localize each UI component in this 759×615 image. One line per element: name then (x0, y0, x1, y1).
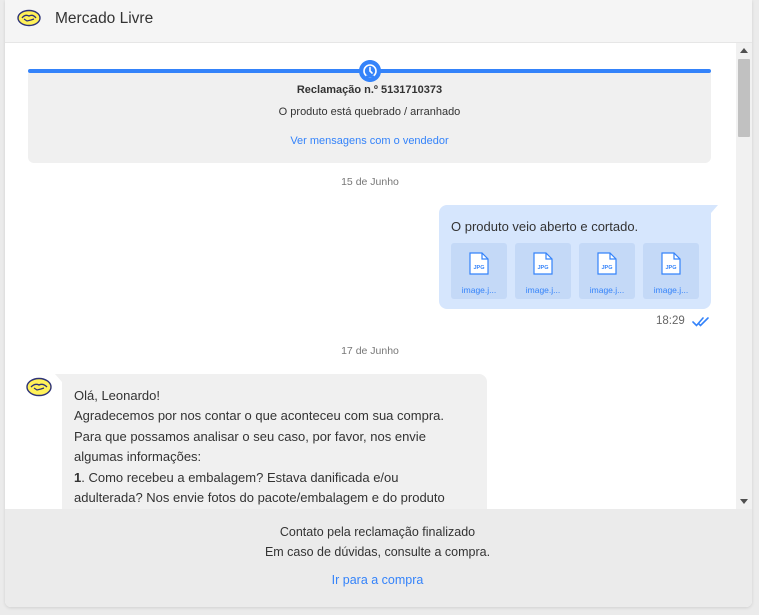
attachment-name: image.j... (589, 285, 625, 295)
date-separator: 17 de Junho (341, 345, 399, 357)
svg-text:JPG: JPG (473, 265, 484, 271)
message-time: 18:29 (656, 315, 685, 327)
claim-subtitle: O produto está quebrado / arranhado (278, 106, 461, 118)
jpg-file-icon: JPG (661, 252, 681, 275)
mercado-livre-logo-icon (17, 9, 41, 27)
svg-text:JPG: JPG (537, 265, 548, 271)
chat-window: Mercado Livre Reclamação n.º 5131710373 … (5, 0, 752, 607)
message-line: Olá, Leonardo! (74, 388, 161, 403)
svg-text:JPG: JPG (665, 265, 676, 271)
attachment-name: image.j... (525, 285, 561, 295)
claim-closed-footer: Contato pela reclamação finalizado Em ca… (5, 509, 752, 607)
go-to-purchase-link[interactable]: Ir para a compra (5, 573, 750, 587)
outgoing-message-text: O produto veio aberto e cortado. (451, 219, 639, 234)
attachment-name: image.j... (653, 285, 689, 295)
header: Mercado Livre (5, 0, 752, 43)
scroll-up-arrow-icon[interactable] (740, 48, 748, 53)
mercado-livre-avatar-icon (26, 377, 52, 397)
scrollbar-thumb[interactable] (738, 59, 750, 137)
messages-panel[interactable]: Reclamação n.º 5131710373 O produto está… (5, 43, 735, 509)
date-separator: 15 de Junho (341, 176, 399, 188)
footer-status-text: Contato pela reclamação finalizado (279, 525, 476, 539)
app-title: Mercado Livre (55, 10, 154, 27)
attachment-name: image.j... (461, 285, 497, 295)
message-list-item: 1. Como recebeu a embalagem? Estava dani… (74, 468, 474, 488)
svg-text:JPG: JPG (601, 265, 612, 271)
claim-title: Reclamação n.º 5131710373 (296, 84, 443, 96)
jpg-file-icon: JPG (597, 252, 617, 275)
message-line: Agradecemos por nos contar o que acontec… (74, 408, 444, 424)
footer-help-text: Em caso de dúvidas, consulte a compra. (264, 545, 491, 559)
claim-card: Reclamação n.º 5131710373 O produto está… (28, 60, 711, 163)
message-line: Para que possamos analisar o seu caso, p… (74, 428, 426, 444)
hourglass-icon (359, 60, 381, 82)
attachment-thumbnail[interactable]: JPG image.j... (579, 243, 635, 299)
jpg-file-icon: JPG (469, 252, 489, 275)
incoming-message: Olá, Leonardo! Agradecemos por nos conta… (62, 374, 487, 509)
attachment-thumbnail[interactable]: JPG image.j... (643, 243, 699, 299)
incoming-bubble-tail (55, 374, 62, 382)
attachment-thumbnail[interactable]: JPG image.j... (515, 243, 571, 299)
vertical-scrollbar[interactable] (736, 43, 752, 509)
incoming-message-text: Olá, Leonardo! Agradecemos por nos conta… (74, 386, 474, 508)
outgoing-bubble-tail (711, 205, 718, 213)
attachment-thumbnail[interactable]: JPG image.j... (451, 243, 507, 299)
view-seller-messages-link[interactable]: Ver mensagens com o vendedor (28, 135, 711, 147)
message-line: adulterada? Nos envie fotos do pacote/em… (74, 490, 445, 506)
list-item-text: Como recebeu a embalagem? Estava danific… (88, 469, 399, 485)
outgoing-message: O produto veio aberto e cortado. JPG ima… (439, 205, 711, 309)
double-check-icon (692, 317, 709, 327)
message-line: algumas informações: (74, 449, 202, 465)
jpg-file-icon: JPG (533, 252, 553, 275)
scroll-down-arrow-icon[interactable] (740, 499, 748, 504)
